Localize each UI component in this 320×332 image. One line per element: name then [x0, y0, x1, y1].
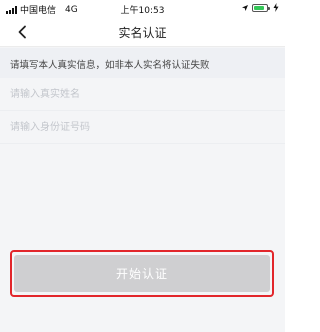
location-icon — [242, 4, 248, 11]
charging-icon — [273, 3, 279, 12]
notice-banner: 请填写本人真实信息，如非本人实名将认证失败 — [0, 48, 285, 78]
id-field-row — [0, 111, 285, 144]
nav-bar: 实名认证 — [0, 17, 285, 47]
real-name-input[interactable] — [10, 84, 270, 104]
divider — [0, 143, 285, 144]
status-bar: 中国电信 4G 上午10:53 — [0, 0, 285, 17]
page-title: 实名认证 — [118, 26, 167, 40]
name-field-row — [0, 78, 285, 111]
status-right — [241, 3, 279, 12]
notice-text: 请填写本人真实信息，如非本人实名将认证失败 — [10, 60, 210, 71]
start-verification-button[interactable]: 开始认证 — [14, 255, 270, 292]
screen: 中国电信 4G 上午10:53 实名认证 请填写本人真实信息，如非本人实名将认证… — [0, 0, 285, 332]
battery-fill — [254, 5, 264, 10]
id-number-input[interactable] — [10, 117, 270, 137]
battery-icon — [252, 3, 270, 12]
